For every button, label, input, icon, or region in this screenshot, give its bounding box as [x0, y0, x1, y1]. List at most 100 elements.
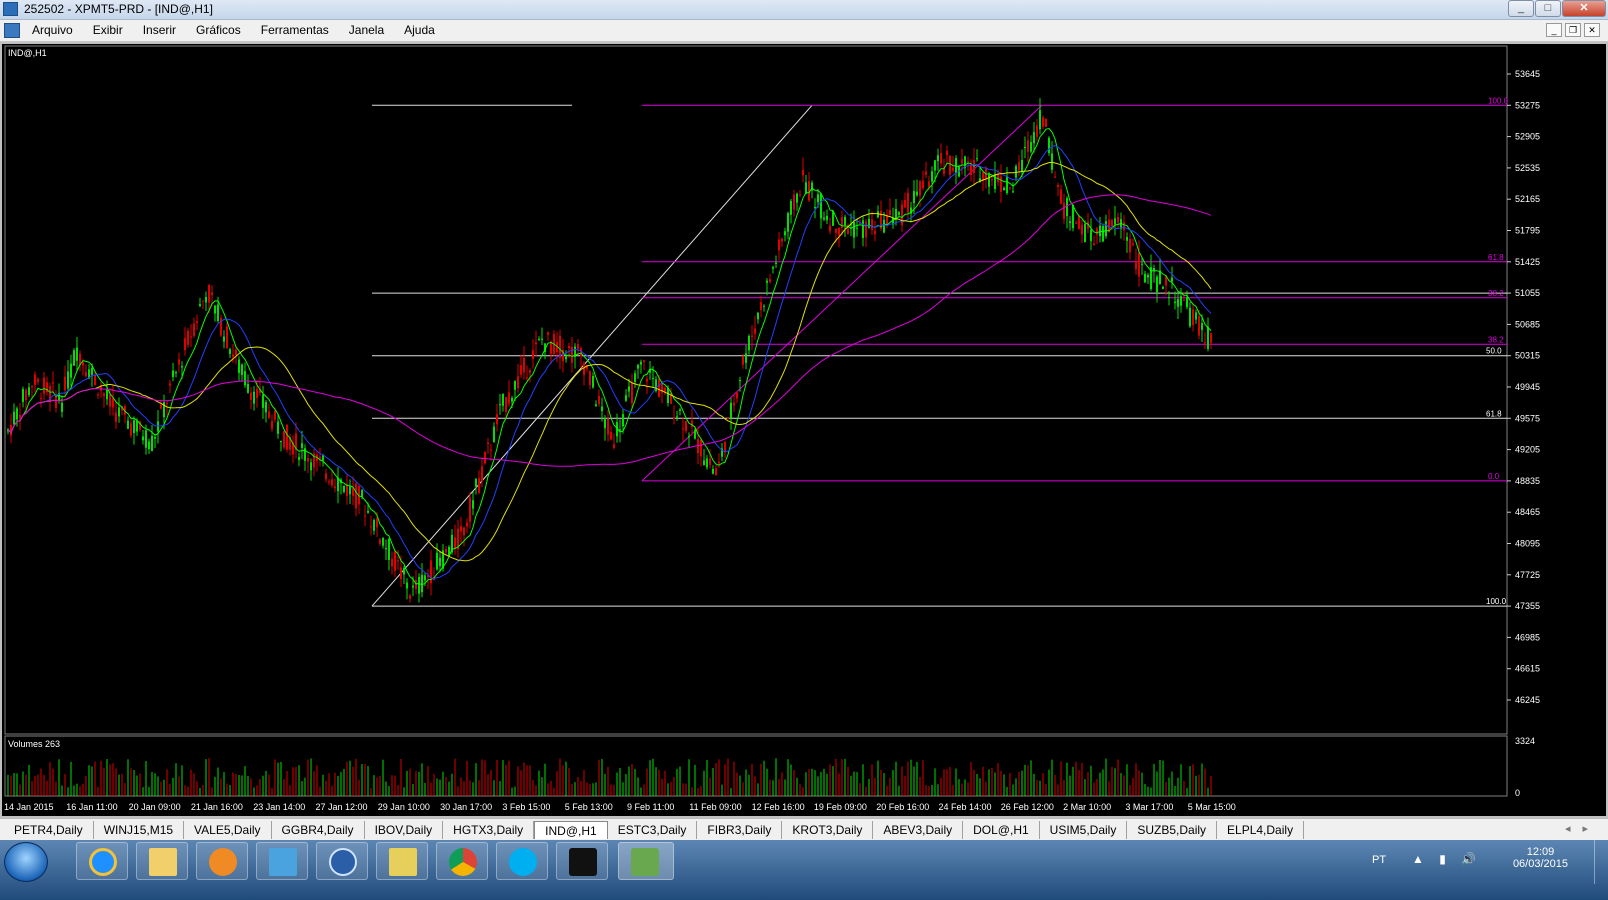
candle-body: [70, 363, 72, 378]
skype-icon[interactable]: [496, 842, 548, 880]
candle-body: [409, 595, 411, 599]
chart-tab[interactable]: SUZB5,Daily: [1127, 821, 1218, 839]
menu-janela[interactable]: Janela: [339, 23, 394, 37]
candle-body: [208, 284, 210, 303]
clock-time: 12:09: [1526, 846, 1555, 858]
candle-body: [202, 300, 204, 302]
candle-body: [1210, 333, 1212, 343]
show-desktop-button[interactable]: [1594, 840, 1608, 884]
close-button[interactable]: ✕: [1562, 0, 1606, 17]
file-explorer-icon[interactable]: [136, 842, 188, 880]
child-close-button[interactable]: ✕: [1584, 23, 1600, 37]
candle-body: [688, 435, 690, 437]
candle-body: [226, 326, 228, 349]
candle-body: [190, 336, 192, 338]
time-label: 2 Mar 10:00: [1063, 802, 1111, 812]
chart-tab[interactable]: IBOV,Daily: [365, 821, 444, 839]
chart-tab[interactable]: IND@,H1: [534, 821, 608, 839]
candle-body: [145, 430, 147, 448]
media-player-icon[interactable]: [196, 842, 248, 880]
candle-body: [136, 420, 138, 432]
candle-body: [1180, 296, 1182, 306]
candle-body: [262, 394, 264, 408]
candle-body: [154, 437, 156, 439]
candle-body: [874, 230, 876, 235]
menu-ferramentas[interactable]: Ferramentas: [251, 23, 339, 37]
symbol-label: IND@,H1: [8, 48, 47, 58]
language-indicator[interactable]: PT: [1372, 854, 1386, 866]
minimize-button[interactable]: _: [1508, 0, 1534, 17]
hp-icon[interactable]: [316, 842, 368, 880]
candle-body: [130, 423, 132, 436]
document-icon[interactable]: [4, 23, 20, 38]
menu-exibir[interactable]: Exibir: [83, 23, 133, 37]
clock[interactable]: 12:09 06/03/2015: [1513, 846, 1568, 870]
candle-body: [700, 439, 702, 457]
tray-icons[interactable]: ▲ ▮ 🔊: [1412, 852, 1482, 866]
metatrader-icon[interactable]: [618, 842, 674, 880]
flag-icon[interactable]: [256, 842, 308, 880]
candle-body: [376, 518, 378, 528]
candle-body: [949, 155, 951, 175]
chart-tab[interactable]: USIM5,Daily: [1040, 821, 1128, 839]
candle-body: [169, 383, 171, 386]
price-tick-label: 51795: [1515, 226, 1540, 236]
candle-body: [919, 181, 921, 196]
chart-tab[interactable]: WINJ15,M15: [94, 821, 185, 839]
candle-body: [1084, 224, 1086, 243]
candle-body: [847, 228, 849, 234]
price-chart[interactable]: IND@,H1 Volumes 263 53645 53275 52905 52535 52…: [2, 44, 1606, 816]
chart-tab[interactable]: ELPL4,Daily: [1217, 821, 1305, 839]
candle-body: [94, 375, 96, 385]
notes-icon[interactable]: [376, 842, 428, 880]
chart-tab[interactable]: PETR4,Daily: [4, 821, 94, 839]
chart-tab[interactable]: KROT3,Daily: [782, 821, 874, 839]
candle-body: [622, 414, 624, 427]
candle-body: [871, 219, 873, 230]
tab-scroll-arrows-icon[interactable]: ◂▸: [1565, 822, 1600, 835]
candle-body: [61, 402, 63, 412]
menu-inserir[interactable]: Inserir: [133, 23, 186, 37]
candle-body: [784, 231, 786, 236]
menu-ajuda[interactable]: Ajuda: [394, 23, 445, 37]
xp-icon[interactable]: [556, 842, 608, 880]
candle-body: [160, 404, 162, 409]
candle-body: [472, 500, 474, 509]
candle-body: [1201, 323, 1203, 330]
fib-label: 100.0: [1486, 597, 1507, 606]
candle-body: [82, 362, 84, 366]
start-orb-icon[interactable]: [4, 842, 48, 882]
candle-body: [727, 417, 729, 420]
chart-tab[interactable]: ABEV3,Daily: [873, 821, 964, 839]
maximize-button[interactable]: □: [1535, 0, 1561, 17]
menu-arquivo[interactable]: Arquivo: [22, 23, 83, 37]
chart-tab[interactable]: FIBR3,Daily: [697, 821, 783, 839]
candle-body: [181, 366, 183, 368]
child-minimize-button[interactable]: _: [1546, 23, 1562, 37]
chrome-icon[interactable]: [436, 842, 488, 880]
candle-body: [790, 201, 792, 215]
candle-body: [541, 338, 543, 340]
menu-graficos[interactable]: Gráficos: [186, 23, 251, 37]
chart-tab[interactable]: DOL@,H1: [963, 821, 1040, 839]
candle-body: [994, 173, 996, 189]
candle-body: [73, 350, 75, 366]
time-label: 29 Jan 10:00: [378, 802, 430, 812]
candle-body: [829, 225, 831, 232]
candle-body: [1207, 326, 1209, 349]
candle-body: [733, 402, 735, 406]
candle-body: [265, 402, 267, 413]
chart-tab[interactable]: HGTX3,Daily: [443, 821, 535, 839]
chart-tab[interactable]: GGBR4,Daily: [272, 821, 365, 839]
candle-body: [328, 481, 330, 483]
candle-body: [1114, 218, 1116, 225]
chart-tab[interactable]: ESTC3,Daily: [608, 821, 698, 839]
candle-body: [667, 387, 669, 403]
candle-body: [1021, 159, 1023, 172]
candle-body: [1057, 184, 1059, 187]
chart-tab[interactable]: VALE5,Daily: [184, 821, 272, 839]
chart-window[interactable]: IND@,H1 Volumes 263 53645 53275 52905 52535 52…: [0, 42, 1608, 818]
candle-body: [1171, 277, 1173, 282]
internet-explorer-icon[interactable]: [76, 842, 128, 880]
child-restore-button[interactable]: ❐: [1565, 23, 1581, 37]
